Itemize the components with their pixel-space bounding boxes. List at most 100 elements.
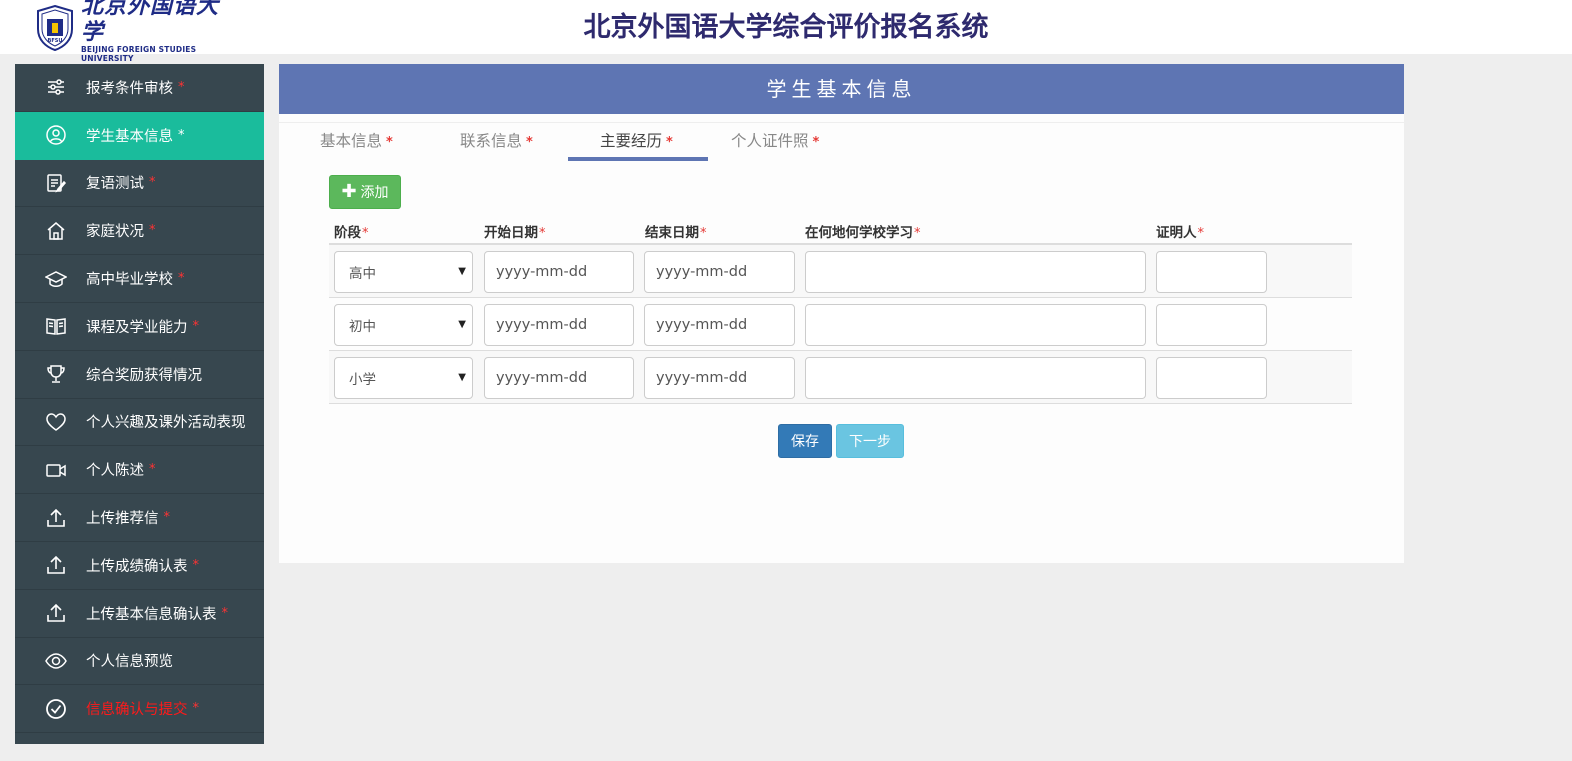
required-mark: * (526, 135, 533, 150)
sidebar-item-13[interactable]: 信息确认与提交 * (15, 685, 264, 734)
sidebar-item-label: 报考条件审核 (86, 80, 173, 97)
sidebar-item-3[interactable]: 家庭状况 * (15, 207, 264, 256)
required-mark: * (386, 135, 393, 150)
graduation-cap-icon (45, 268, 67, 290)
stage-value: 初中 (349, 319, 376, 335)
required-mark: * (178, 79, 185, 95)
sidebar-item-9[interactable]: 上传推荐信 * (15, 494, 264, 542)
tab-main-experience[interactable]: 主要经历 * (568, 129, 708, 161)
required-mark: * (178, 127, 185, 143)
tab-id-photo[interactable]: 个人证件照 * (731, 129, 819, 161)
end-date-placeholder: yyyy-mm-dd (656, 317, 748, 333)
logo-english-name: BEIJING FOREIGN STUDIES UNIVERSITY (81, 45, 197, 63)
sidebar-item-11[interactable]: 上传基本信息确认表 * (15, 590, 264, 638)
user-circle-icon (45, 124, 67, 146)
sidebar-item-label: 上传基本信息确认表 (86, 606, 217, 623)
start-date-placeholder: yyyy-mm-dd (496, 370, 588, 386)
sidebar-item-5[interactable]: 课程及学业能力 * (15, 303, 264, 351)
sidebar-nav: 报考条件审核 * 学生基本信息 * 复语测试 * 家庭状况 * 高中毕业学校 * 课程及学业能力 * 综… (15, 64, 264, 744)
sidebar-item-label: 复语测试 (86, 176, 144, 193)
sidebar-item-label: 上传推荐信 (86, 511, 159, 528)
end-date-input[interactable]: yyyy-mm-dd (644, 251, 795, 293)
column-header-start-date: 开始日期* (484, 225, 546, 241)
required-mark: * (192, 701, 200, 717)
stage-select[interactable]: 初中 ▼ (334, 304, 473, 346)
required-mark: * (192, 557, 200, 573)
sidebar-item-2[interactable]: 复语测试 * (15, 160, 264, 208)
plus-icon: ✚ (341, 181, 357, 202)
site-title: 北京外国语大学综合评价报名系统 (583, 12, 989, 43)
book-icon (45, 315, 67, 337)
required-mark: * (149, 175, 156, 191)
caret-down-icon: ▼ (458, 266, 466, 277)
sidebar-item-label: 综合奖励获得情况 (86, 367, 202, 384)
start-date-input[interactable]: yyyy-mm-dd (484, 357, 634, 399)
required-mark: * (163, 510, 171, 526)
stage-value: 小学 (349, 372, 376, 388)
start-date-placeholder: yyyy-mm-dd (496, 317, 588, 333)
table-header: 阶段* 开始日期* 结束日期* 在何地何学校学习* 证明人* (329, 216, 1352, 245)
next-step-button[interactable]: 下一步 (836, 424, 904, 458)
sidebar-item-label: 高中毕业学校 (86, 272, 173, 289)
stage-value: 高中 (349, 266, 376, 282)
start-date-placeholder: yyyy-mm-dd (496, 264, 588, 280)
start-date-input[interactable]: yyyy-mm-dd (484, 251, 634, 293)
start-date-input[interactable]: yyyy-mm-dd (484, 304, 634, 346)
table-row: 初中 ▼ yyyy-mm-dd yyyy-mm-dd (329, 298, 1352, 351)
tab-contact-info[interactable]: 联系信息 * (460, 129, 533, 161)
required-mark: * (221, 605, 229, 621)
panel-title: 学生基本信息 (279, 64, 1404, 114)
tab-label: 联系信息 (460, 132, 523, 150)
sidebar-item-6[interactable]: 综合奖励获得情况 (15, 351, 264, 399)
upload-icon (45, 554, 67, 576)
sidebar-item-label: 个人信息预览 (86, 654, 173, 671)
required-mark: * (812, 135, 820, 150)
sidebar-item-7[interactable]: 个人兴趣及课外活动表现 (15, 399, 264, 447)
tab-label: 基本信息 (320, 132, 383, 150)
sidebar-item-label: 个人兴趣及课外活动表现 (86, 415, 246, 432)
tab-label: 主要经历 (600, 132, 663, 150)
required-mark: * (149, 223, 156, 239)
table-row: 小学 ▼ yyyy-mm-dd yyyy-mm-dd (329, 351, 1352, 404)
column-header-school: 在何地何学校学习* (805, 225, 921, 241)
tab-label: 个人证件照 (731, 132, 809, 150)
end-date-input[interactable]: yyyy-mm-dd (644, 357, 795, 399)
tab-bar: 基本信息 * 联系信息 * 主要经历 * 个人证件照 * (279, 122, 1404, 161)
witness-input[interactable] (1156, 357, 1267, 399)
school-input[interactable] (805, 304, 1146, 346)
experience-table: 阶段* 开始日期* 结束日期* 在何地何学校学习* 证明人* 高中 ▼ yyyy-m… (329, 216, 1352, 404)
required-mark: * (178, 271, 185, 287)
sidebar-item-label: 信息确认与提交 (86, 702, 188, 719)
check-circle-icon (45, 698, 67, 720)
main-panel: 学生基本信息 基本信息 * 联系信息 * 主要经历 * 个人证件照 * ✚ 添加 阶段*… (279, 64, 1404, 563)
school-input[interactable] (805, 251, 1146, 293)
stage-select[interactable]: 小学 ▼ (334, 357, 473, 399)
sidebar-item-10[interactable]: 上传成绩确认表 * (15, 542, 264, 590)
column-header-stage: 阶段* (334, 225, 369, 241)
sliders-icon (45, 76, 67, 98)
upload-icon (45, 507, 67, 529)
add-row-button[interactable]: ✚ 添加 (329, 175, 401, 209)
column-header-end-date: 结束日期* (645, 225, 707, 241)
sidebar-item-label: 家庭状况 (86, 224, 144, 241)
sidebar-item-12[interactable]: 个人信息预览 (15, 638, 264, 686)
tab-basic-info[interactable]: 基本信息 * (320, 129, 393, 161)
sidebar-item-8[interactable]: 个人陈述 * (15, 446, 264, 495)
video-icon (45, 459, 67, 481)
save-button[interactable]: 保存 (778, 424, 832, 458)
sidebar-item-4[interactable]: 高中毕业学校 * (15, 255, 264, 303)
sidebar-item-0[interactable]: 报考条件审核 * (15, 64, 264, 112)
sidebar-item-label: 个人陈述 (86, 463, 144, 480)
caret-down-icon: ▼ (458, 372, 466, 383)
witness-input[interactable] (1156, 304, 1267, 346)
stage-select[interactable]: 高中 ▼ (334, 251, 473, 293)
required-mark: * (149, 462, 156, 478)
column-header-witness: 证明人* (1156, 225, 1204, 241)
end-date-input[interactable]: yyyy-mm-dd (644, 304, 795, 346)
table-row: 高中 ▼ yyyy-mm-dd yyyy-mm-dd (329, 245, 1352, 298)
school-input[interactable] (805, 357, 1146, 399)
witness-input[interactable] (1156, 251, 1267, 293)
sidebar-item-1[interactable]: 学生基本信息 * (15, 111, 264, 160)
required-mark: * (666, 135, 673, 150)
edit-doc-icon (45, 172, 67, 194)
